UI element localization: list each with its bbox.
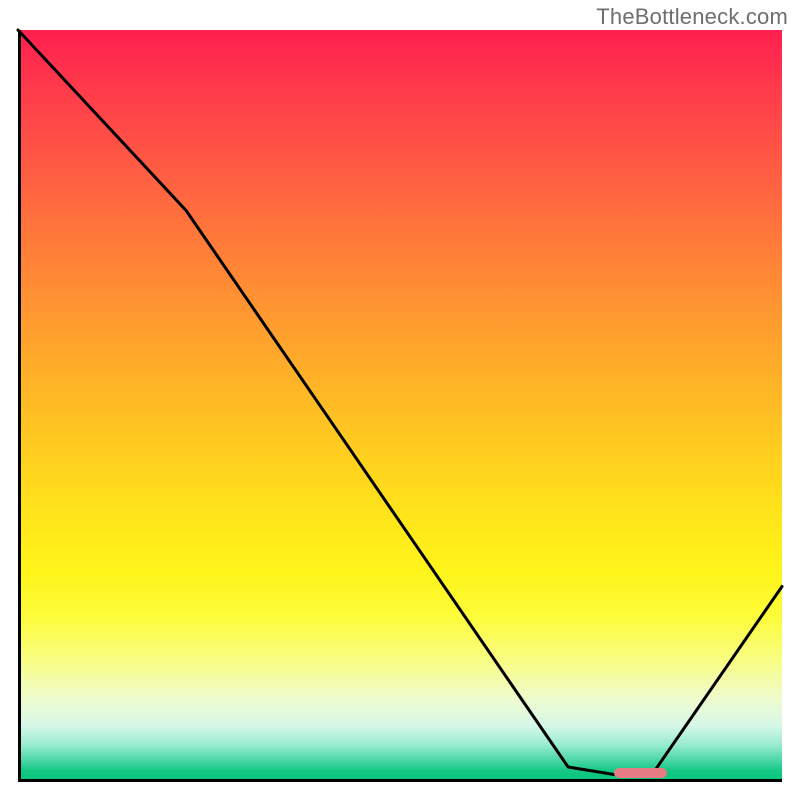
y-axis — [18, 30, 21, 782]
chart-frame — [18, 30, 782, 782]
watermark-text: TheBottleneck.com — [596, 4, 788, 30]
chart-curve — [18, 30, 782, 782]
optimal-range-marker — [614, 768, 667, 778]
x-axis — [18, 779, 782, 782]
bottleneck-curve-path — [18, 30, 782, 774]
